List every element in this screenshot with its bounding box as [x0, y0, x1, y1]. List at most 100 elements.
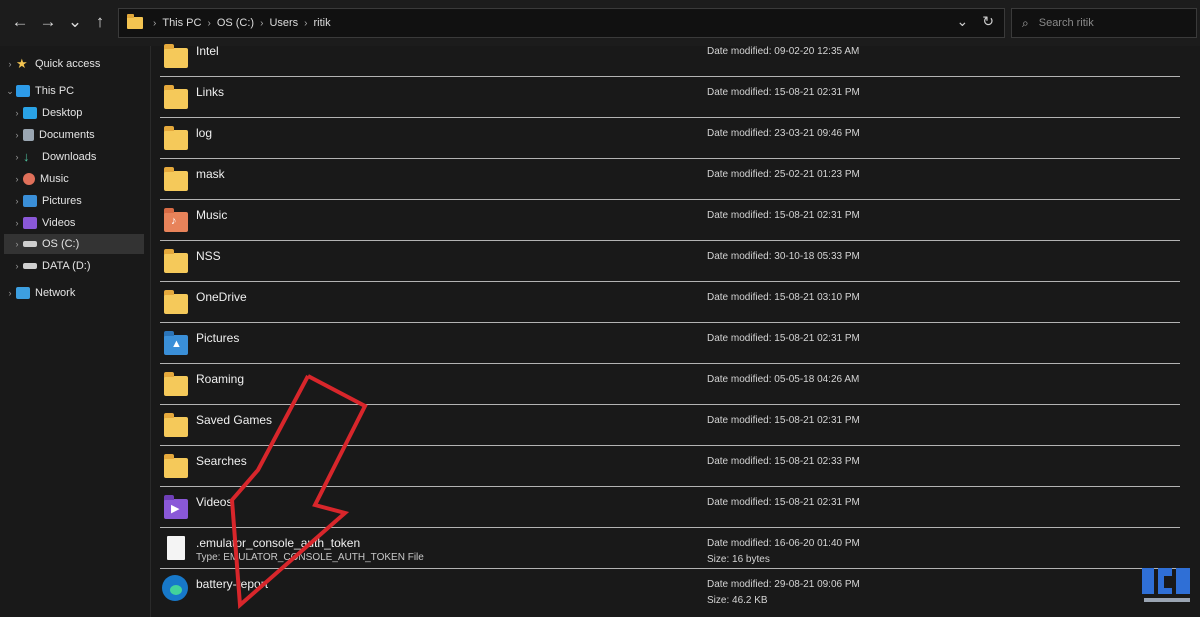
- file-icon: [167, 536, 185, 560]
- file-type: Type: EMULATOR_CONSOLE_AUTH_TOKEN File: [196, 552, 424, 563]
- list-item[interactable]: ▶ Videos Date modified: 15-08-21 02:31 P…: [160, 487, 1200, 528]
- sidebar-item-label: Downloads: [42, 151, 97, 163]
- pane-divider[interactable]: [150, 46, 151, 617]
- file-name: Roaming: [196, 372, 245, 386]
- file-name: Searches: [196, 454, 247, 468]
- list-item[interactable]: NSS Date modified: 30-10-18 05:33 PM: [160, 241, 1200, 282]
- chevron-right-icon[interactable]: ›: [11, 261, 23, 271]
- pictures-folder-icon: ▲: [164, 331, 188, 355]
- up-button[interactable]: ↑: [88, 10, 112, 34]
- forward-button[interactable]: →: [36, 10, 60, 34]
- folder-icon: [164, 413, 188, 437]
- file-name: .emulator_console_auth_token: [196, 536, 361, 550]
- network-icon: [16, 287, 30, 299]
- star-icon: ★: [16, 56, 28, 71]
- sidebar-item-videos[interactable]: › Videos: [4, 213, 144, 233]
- chevron-right-icon[interactable]: ›: [11, 218, 23, 228]
- file-date: Date modified: 15-08-21 02:31 PM: [707, 415, 860, 426]
- chevron-right-icon[interactable]: ›: [4, 59, 16, 69]
- file-date: Date modified: 25-02-21 01:23 PM: [707, 169, 860, 180]
- file-date: Date modified: 15-08-21 02:31 PM: [707, 497, 860, 508]
- file-name: mask: [196, 167, 225, 181]
- breadcrumb-this-pc[interactable]: This PC: [162, 17, 201, 29]
- list-item[interactable]: .emulator_console_auth_token Type: EMULA…: [160, 528, 1200, 569]
- list-item[interactable]: OneDrive Date modified: 15-08-21 03:10 P…: [160, 282, 1200, 323]
- sidebar-item-quick-access[interactable]: › ★ Quick access: [4, 54, 144, 74]
- refresh-icon[interactable]: ↻: [982, 13, 994, 30]
- file-date: Date modified: 29-08-21 09:06 PM: [707, 579, 860, 590]
- list-item[interactable]: Intel Date modified: 09-02-20 12:35 AM: [160, 36, 1200, 77]
- list-item[interactable]: Links Date modified: 15-08-21 02:31 PM: [160, 77, 1200, 118]
- folder-icon: [164, 372, 188, 396]
- sidebar-item-music[interactable]: › Music: [4, 169, 144, 189]
- list-item[interactable]: Searches Date modified: 15-08-21 02:33 P…: [160, 446, 1200, 487]
- list-item[interactable]: mask Date modified: 25-02-21 01:23 PM: [160, 159, 1200, 200]
- sidebar-item-label: OS (C:): [42, 238, 80, 250]
- address-dropdown-icon[interactable]: ⌄: [957, 13, 969, 30]
- chevron-right-icon[interactable]: ›: [11, 130, 23, 140]
- file-name: OneDrive: [196, 290, 247, 304]
- file-date: Date modified: 05-05-18 04:26 AM: [707, 374, 860, 385]
- recent-locations-button[interactable]: ⌄: [63, 10, 87, 34]
- file-name: Intel: [196, 44, 219, 58]
- pictures-icon: [23, 195, 37, 207]
- folder-icon: [164, 44, 188, 68]
- sidebar-item-label: Pictures: [42, 195, 82, 207]
- sidebar-item-network[interactable]: › Network: [4, 283, 144, 303]
- file-date: Date modified: 30-10-18 05:33 PM: [707, 251, 860, 262]
- chevron-right-icon[interactable]: ›: [11, 108, 23, 118]
- sidebar-item-label: DATA (D:): [42, 260, 91, 272]
- videos-icon: [23, 217, 37, 229]
- chevron-right-icon[interactable]: ›: [4, 288, 16, 298]
- file-date: Date modified: 15-08-21 03:10 PM: [707, 292, 860, 303]
- file-size: Size: 46.2 KB: [707, 595, 768, 606]
- chevron-right-icon[interactable]: ›: [11, 239, 23, 249]
- file-name: log: [196, 126, 213, 140]
- sidebar-item-os-c[interactable]: › OS (C:): [4, 234, 144, 254]
- list-item[interactable]: ♪ Music Date modified: 15-08-21 02:31 PM: [160, 200, 1200, 241]
- sidebar-item-this-pc[interactable]: ⌄ This PC: [4, 81, 144, 101]
- file-name: Links: [196, 85, 225, 99]
- sidebar-item-label: Desktop: [42, 107, 83, 119]
- back-button[interactable]: ←: [8, 10, 32, 34]
- videos-folder-icon: ▶: [164, 495, 188, 519]
- navigation-pane: › ★ Quick access ⌄ This PC › Desktop › D…: [0, 46, 150, 617]
- breadcrumb-ritik[interactable]: ritik: [314, 17, 331, 29]
- search-icon: ⌕: [1022, 15, 1029, 30]
- search-placeholder: Search ritik: [1038, 17, 1094, 29]
- folder-icon: [164, 290, 188, 314]
- sidebar-item-data-d[interactable]: › DATA (D:): [4, 256, 144, 276]
- address-bar[interactable]: › This PC › OS (C:) › Users › ritik ⌄ ↻: [118, 8, 1005, 38]
- chevron-right-icon[interactable]: ›: [11, 174, 23, 184]
- breadcrumb-users[interactable]: Users: [269, 17, 298, 29]
- chevron-right-icon[interactable]: ›: [11, 152, 23, 162]
- file-size: Size: 16 bytes: [707, 554, 770, 565]
- file-name: NSS: [196, 249, 221, 263]
- sidebar-item-label: Music: [40, 173, 69, 185]
- sidebar-item-label: Documents: [39, 129, 95, 141]
- file-name: Music: [196, 208, 228, 222]
- sidebar-item-pictures[interactable]: › Pictures: [4, 191, 144, 211]
- breadcrumb-separator: ›: [207, 17, 211, 29]
- sidebar-item-downloads[interactable]: › ↓ Downloads: [4, 147, 144, 167]
- file-name: Saved Games: [196, 413, 273, 427]
- folder-icon: [164, 85, 188, 109]
- sidebar-item-label: Videos: [42, 217, 76, 229]
- watermark-logo: [1142, 568, 1190, 602]
- downloads-icon: ↓: [23, 149, 30, 164]
- sidebar-item-desktop[interactable]: › Desktop: [4, 103, 144, 123]
- breadcrumb-separator: ›: [260, 17, 264, 29]
- list-item[interactable]: ▲ Pictures Date modified: 15-08-21 02:31…: [160, 323, 1200, 364]
- list-item[interactable]: Roaming Date modified: 05-05-18 04:26 AM: [160, 364, 1200, 405]
- file-name: battery-report: [196, 577, 269, 591]
- breadcrumb-os-c[interactable]: OS (C:): [217, 17, 254, 29]
- search-input[interactable]: ⌕ Search ritik: [1011, 8, 1197, 38]
- file-name: Videos: [196, 495, 233, 509]
- chevron-right-icon[interactable]: ›: [11, 196, 23, 206]
- list-item[interactable]: Saved Games Date modified: 15-08-21 02:3…: [160, 405, 1200, 446]
- list-item[interactable]: battery-report Date modified: 29-08-21 0…: [160, 569, 1200, 610]
- chevron-down-icon[interactable]: ⌄: [4, 86, 16, 97]
- sidebar-item-documents[interactable]: › Documents: [4, 125, 144, 145]
- breadcrumb-separator: ›: [304, 17, 308, 29]
- list-item[interactable]: log Date modified: 23-03-21 09:46 PM: [160, 118, 1200, 159]
